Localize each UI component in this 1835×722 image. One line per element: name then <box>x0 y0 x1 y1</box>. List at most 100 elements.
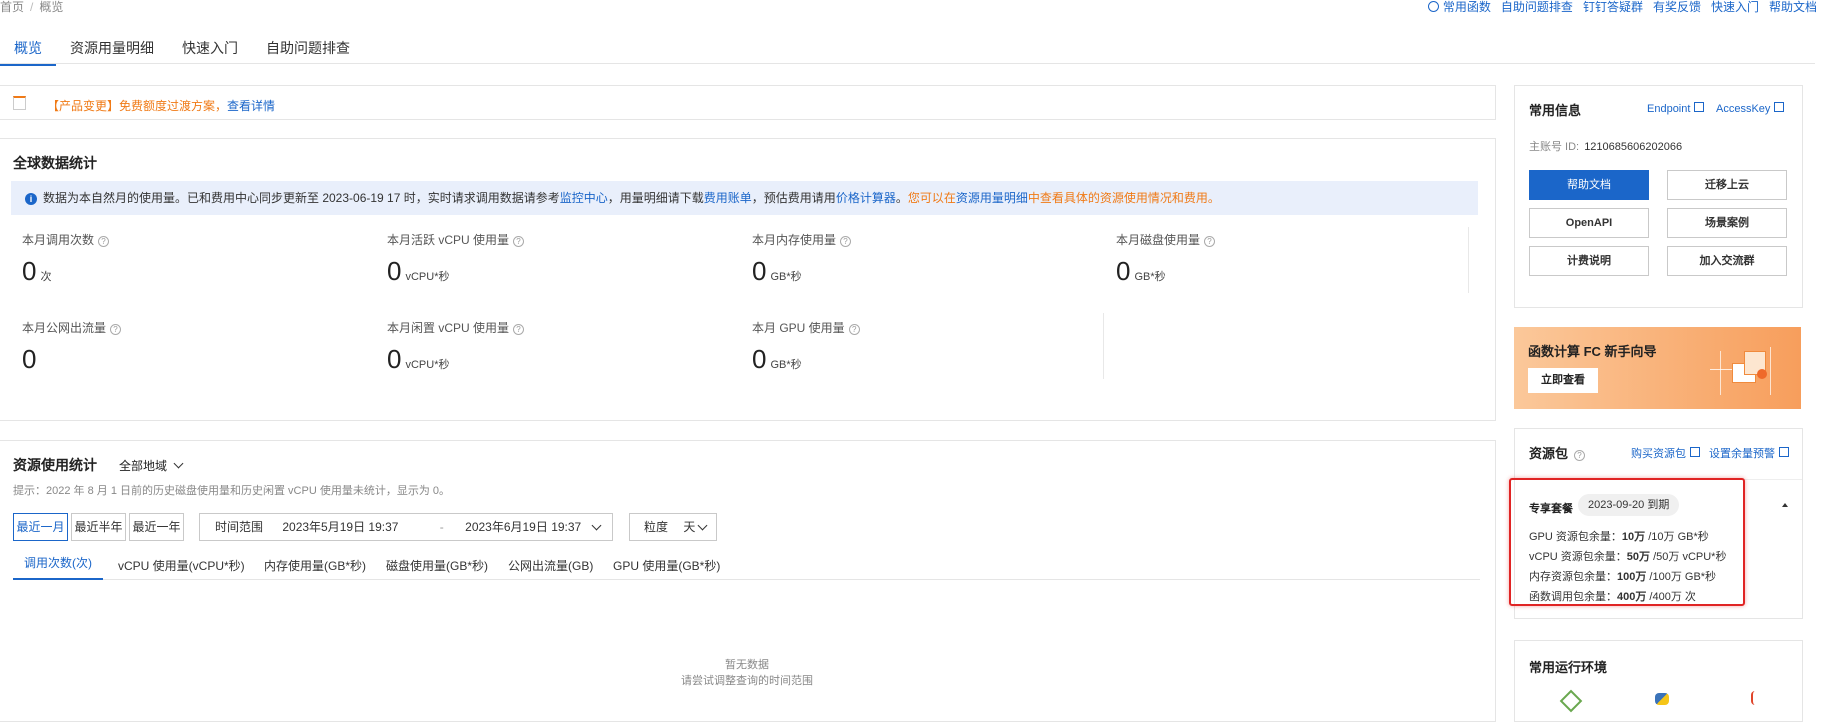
subtab-gpu[interactable]: GPU 使用量(GB*秒) <box>613 557 720 574</box>
time-range-dash: - <box>439 520 444 534</box>
accesskey-link[interactable]: AccessKey <box>1716 102 1785 115</box>
link-billing[interactable]: 费用账单 <box>704 191 752 205</box>
metric-egress: 本月公网出流量? 0 <box>22 319 382 399</box>
top-links: 常用函数 自助问题排查 钉钉答疑群 有奖反馈 快速入门 帮助文档 <box>1427 0 1817 15</box>
external-link-icon <box>1774 102 1785 112</box>
info-text: 。 <box>895 191 908 205</box>
link-resource-usage[interactable]: 资源用量明细 <box>956 191 1028 205</box>
top-link-feedback[interactable]: 有奖反馈 <box>1653 0 1701 15</box>
link-monitor-center[interactable]: 监控中心 <box>560 191 608 205</box>
metric-invocations: 本月调用次数? 0次 <box>22 231 382 311</box>
metric-value: 0 <box>22 344 37 374</box>
metric-unit: vCPU*秒 <box>405 271 450 283</box>
subtab-egress[interactable]: 公网出流量(GB) <box>508 557 593 574</box>
breadcrumb-separator: / <box>30 0 34 14</box>
notice-link[interactable]: 查看详情 <box>227 99 275 113</box>
account-id-row: 主账号 ID: 1210685606202066 <box>1529 138 1682 154</box>
usage-subtabs: 调用次数(次) vCPU 使用量(vCPU*秒) 内存使用量(GB*秒) 磁盘使… <box>13 549 1480 580</box>
usage-alert-label: 设置余量预警 <box>1709 448 1775 460</box>
help-icon[interactable]: ? <box>848 324 860 335</box>
granularity-select[interactable]: 粒度 天 <box>629 513 717 541</box>
tab-resource-usage[interactable]: 资源用量明细 <box>56 30 168 66</box>
subtab-invocations[interactable]: 调用次数(次) <box>13 549 103 580</box>
help-docs-button[interactable]: 帮助文档 <box>1529 170 1649 200</box>
runtime-title: 常用运行环境 <box>1529 660 1608 675</box>
metric-gpu: 本月 GPU 使用量? 0 GB*秒 <box>752 319 1112 399</box>
empty-hint: 请尝试调整查询的时间范围 <box>681 675 813 687</box>
region-select-value: 全部地域 <box>119 459 168 473</box>
usage-card: 资源使用统计 全部地域 提示：2022 年 8 月 1 日前的历史磁盘使用量和历… <box>0 440 1496 722</box>
runtime-card: 常用运行环境 <box>1514 640 1803 722</box>
help-icon[interactable]: ? <box>513 324 525 335</box>
billing-docs-button[interactable]: 计费说明 <box>1529 246 1649 276</box>
top-link-common-functions[interactable]: 常用函数 <box>1443 0 1491 15</box>
metric-label: 本月磁盘使用量 <box>1116 233 1201 247</box>
subtab-vcpu[interactable]: vCPU 使用量(vCPU*秒) <box>118 557 245 574</box>
metric-label: 本月调用次数 <box>22 233 95 247</box>
subtab-disk[interactable]: 磁盘使用量(GB*秒) <box>386 557 488 574</box>
help-icon[interactable]: ? <box>98 236 110 247</box>
time-range-end[interactable]: 2023年6月19日 19:37 <box>465 520 581 534</box>
collapse-icon[interactable] <box>1782 503 1788 507</box>
range-half-year-button[interactable]: 最近半年 <box>71 513 126 541</box>
metric-value: 0 <box>1116 256 1131 286</box>
tab-troubleshoot[interactable]: 自助问题排查 <box>252 30 364 66</box>
banner-button[interactable]: 立即查看 <box>1528 368 1598 393</box>
top-link-troubleshoot[interactable]: 自助问题排查 <box>1501 0 1573 15</box>
top-link-dingtalk[interactable]: 钉钉答疑群 <box>1583 0 1643 15</box>
buy-package-link[interactable]: 购买资源包 <box>1631 445 1700 461</box>
range-1-month-button[interactable]: 最近一月 <box>13 513 68 541</box>
openapi-button[interactable]: OpenAPI <box>1529 208 1649 238</box>
common-info-card: 常用信息 Endpoint AccessKey 主账号 ID: 12106856… <box>1514 85 1803 308</box>
metric-value: 0 <box>752 256 767 286</box>
metric-unit: vCPU*秒 <box>405 359 450 371</box>
usage-alert-link[interactable]: 设置余量预警 <box>1709 445 1789 461</box>
subtab-memory[interactable]: 内存使用量(GB*秒) <box>264 557 366 574</box>
accesskey-link-label: AccessKey <box>1716 103 1771 115</box>
tab-divider <box>0 63 1815 64</box>
help-icon[interactable]: ? <box>1204 236 1216 247</box>
help-icon[interactable]: ? <box>1574 450 1586 461</box>
metric-value: 0 <box>387 344 402 374</box>
tab-overview[interactable]: 概览 <box>0 30 56 66</box>
help-icon[interactable]: ? <box>513 236 525 247</box>
help-icon[interactable]: ? <box>110 324 122 335</box>
migrate-cloud-button[interactable]: 迁移上云 <box>1667 170 1787 200</box>
metric-memory: 本月内存使用量? 0 GB*秒 <box>752 231 1112 311</box>
usage-title: 资源使用统计 <box>13 457 97 473</box>
chevron-down-icon <box>591 520 602 531</box>
nodejs-icon[interactable] <box>1559 689 1583 713</box>
clock-icon <box>1427 1 1439 12</box>
java-icon[interactable] <box>1751 691 1759 705</box>
help-icon[interactable]: ? <box>840 236 852 247</box>
global-stats-card: 全球数据统计 i 数据为本自然月的使用量。已和费用中心同步更新至 2023-06-… <box>0 138 1496 421</box>
time-range-start[interactable]: 2023年5月19日 19:37 <box>282 520 398 534</box>
range-1-year-button[interactable]: 最近一年 <box>129 513 184 541</box>
endpoint-link[interactable]: Endpoint <box>1647 102 1705 115</box>
scenario-cases-button[interactable]: 场景案例 <box>1667 208 1787 238</box>
metric-unit: GB*秒 <box>770 271 802 283</box>
metric-label: 本月 GPU 使用量 <box>752 321 845 335</box>
top-link-quickstart[interactable]: 快速入门 <box>1711 0 1759 15</box>
tab-quickstart[interactable]: 快速入门 <box>168 30 252 66</box>
region-select[interactable]: 全部地域 <box>119 457 184 474</box>
link-price-calculator[interactable]: 价格计算器 <box>836 191 896 205</box>
account-id-label: 主账号 ID: <box>1529 141 1580 153</box>
endpoint-link-label: Endpoint <box>1647 103 1691 115</box>
info-text: 您可以在 <box>907 191 956 205</box>
external-link-icon <box>1690 447 1700 457</box>
external-link-icon <box>1779 447 1789 457</box>
join-group-button[interactable]: 加入交流群 <box>1667 246 1787 276</box>
packages-title-text: 资源包 <box>1529 446 1569 461</box>
time-range-picker[interactable]: 时间范围 2023年5月19日 19:37 - 2023年6月19日 19:37 <box>199 513 613 541</box>
breadcrumb-home[interactable]: 首页 <box>0 0 24 14</box>
main-tabs: 概览 资源用量明细 快速入门 自助问题排查 <box>0 30 364 66</box>
info-icon: i <box>25 192 37 205</box>
notice-message: 【产品变更】免费额度过渡方案， <box>47 99 228 113</box>
chevron-down-icon <box>697 520 708 531</box>
metric-divider <box>1103 313 1104 379</box>
notice-text: 【产品变更】免费额度过渡方案，查看详情 <box>47 97 275 114</box>
highlight-box <box>1509 478 1745 606</box>
python-icon[interactable] <box>1655 693 1669 705</box>
top-link-help-docs[interactable]: 帮助文档 <box>1769 0 1817 15</box>
